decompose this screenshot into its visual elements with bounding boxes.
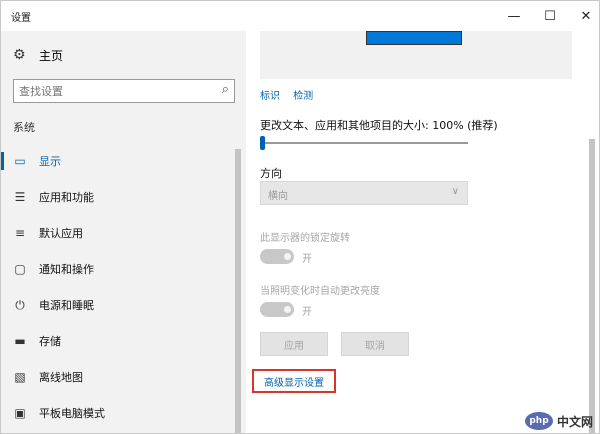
php-logo: php (525, 412, 553, 430)
rotation-lock-label: 此显示器的锁定旋转 (260, 233, 350, 244)
sidebar-item-label: 默认应用 (39, 227, 83, 240)
sidebar-item-notifications[interactable]: ▢ 通知和操作 (1, 251, 231, 287)
auto-brightness-label: 当照明变化时自动更改亮度 (260, 286, 380, 297)
sidebar-item-power-sleep[interactable]: ⏻ 电源和睡眠 (1, 287, 231, 323)
sidebar-item-label: 通知和操作 (39, 263, 94, 276)
detect-link[interactable]: 检测 (293, 91, 313, 102)
preview-links: 标识 检测 (260, 87, 323, 102)
search-input[interactable] (19, 83, 209, 99)
scale-slider[interactable] (260, 136, 468, 150)
auto-brightness-toggle[interactable] (260, 302, 294, 317)
sidebar-item-label: 电源和睡眠 (39, 299, 94, 312)
section-label: 系统 (13, 121, 35, 134)
minimize-icon: — (507, 8, 521, 24)
storage-icon: ▬ (14, 334, 26, 348)
tablet-icon: ▣ (14, 406, 26, 420)
display-preview (260, 31, 572, 79)
scale-label: 更改文本、应用和其他项目的大小: 100% (推荐) (260, 119, 498, 132)
maximize-button[interactable]: ☐ (532, 1, 568, 31)
cancel-button[interactable]: 取消 (341, 332, 409, 356)
notification-icon: ▢ (14, 262, 26, 276)
orientation-value: 横向 (268, 191, 288, 202)
title-bar: 设置 — ☐ ✕ (1, 1, 599, 31)
sidebar-item-label: 离线地图 (39, 371, 83, 384)
advanced-display-settings-link[interactable]: 高级显示设置 (252, 369, 336, 393)
slider-thumb[interactable] (260, 136, 265, 150)
sidebar-item-tablet-mode[interactable]: ▣ 平板电脑模式 (1, 395, 231, 431)
power-icon: ⏻ (15, 297, 25, 312)
sidebar-item-label: 应用和功能 (39, 191, 94, 204)
toggle-knob (284, 253, 291, 260)
home-nav[interactable]: ⚙ 主页 (1, 41, 246, 69)
sidebar-nav: ▭ 显示 ☰ 应用和功能 ≡ 默认应用 ▢ 通知和操作 ⏻ 电源和睡眠 ▬ 存储 (1, 143, 231, 431)
minimize-button[interactable]: — (496, 1, 532, 31)
chevron-down-icon: ∨ (451, 186, 459, 197)
main-scrollbar[interactable] (589, 139, 595, 433)
maximize-icon: ☐ (544, 8, 556, 24)
watermark: php 中文网 (521, 411, 599, 433)
home-label: 主页 (39, 48, 64, 63)
close-button[interactable]: ✕ (568, 1, 599, 31)
auto-brightness-state: 开 (302, 307, 312, 318)
identify-link[interactable]: 标识 (260, 91, 280, 102)
gear-icon: ⚙ (13, 47, 26, 63)
window-title: 设置 (11, 13, 31, 24)
default-apps-icon: ≡ (14, 226, 26, 240)
close-icon: ✕ (580, 8, 592, 24)
sidebar-item-storage[interactable]: ▬ 存储 (1, 323, 231, 359)
sidebar: ⚙ 主页 ⌕ 系统 ▭ 显示 ☰ 应用和功能 ≡ 默认应用 ▢ 通知和操作 (1, 31, 246, 433)
watermark-text: 中文网 (557, 415, 594, 429)
sidebar-item-apps-features[interactable]: ☰ 应用和功能 (1, 179, 231, 215)
sidebar-item-label: 显示 (39, 155, 61, 168)
search-icon[interactable]: ⌕ (222, 82, 229, 97)
list-icon: ☰ (14, 190, 26, 204)
settings-window: 设置 — ☐ ✕ ⚙ 主页 ⌕ 系统 ▭ 显示 ☰ 应用和功能 ≡ 默认应用 (0, 0, 600, 434)
sidebar-item-label: 存储 (39, 335, 61, 348)
sidebar-item-offline-maps[interactable]: ▧ 离线地图 (1, 359, 231, 395)
monitor-thumbnail[interactable] (366, 31, 462, 45)
sidebar-item-label: 平板电脑模式 (39, 407, 105, 420)
monitor-icon: ▭ (14, 154, 26, 168)
sidebar-item-display[interactable]: ▭ 显示 (1, 143, 231, 179)
orientation-label: 方向 (260, 167, 282, 180)
sidebar-item-default-apps[interactable]: ≡ 默认应用 (1, 215, 231, 251)
search-box[interactable]: ⌕ (13, 79, 235, 103)
sidebar-scrollbar[interactable] (235, 149, 241, 433)
rotation-lock-state: 开 (302, 254, 312, 265)
apply-button[interactable]: 应用 (260, 332, 328, 356)
slider-track (260, 142, 468, 144)
orientation-select[interactable]: 横向 ∨ (260, 181, 468, 205)
map-icon: ▧ (14, 370, 26, 384)
rotation-lock-toggle[interactable] (260, 249, 294, 264)
toggle-knob (284, 306, 291, 313)
main-content: 标识 检测 更改文本、应用和其他项目的大小: 100% (推荐) 方向 横向 ∨… (246, 31, 599, 433)
